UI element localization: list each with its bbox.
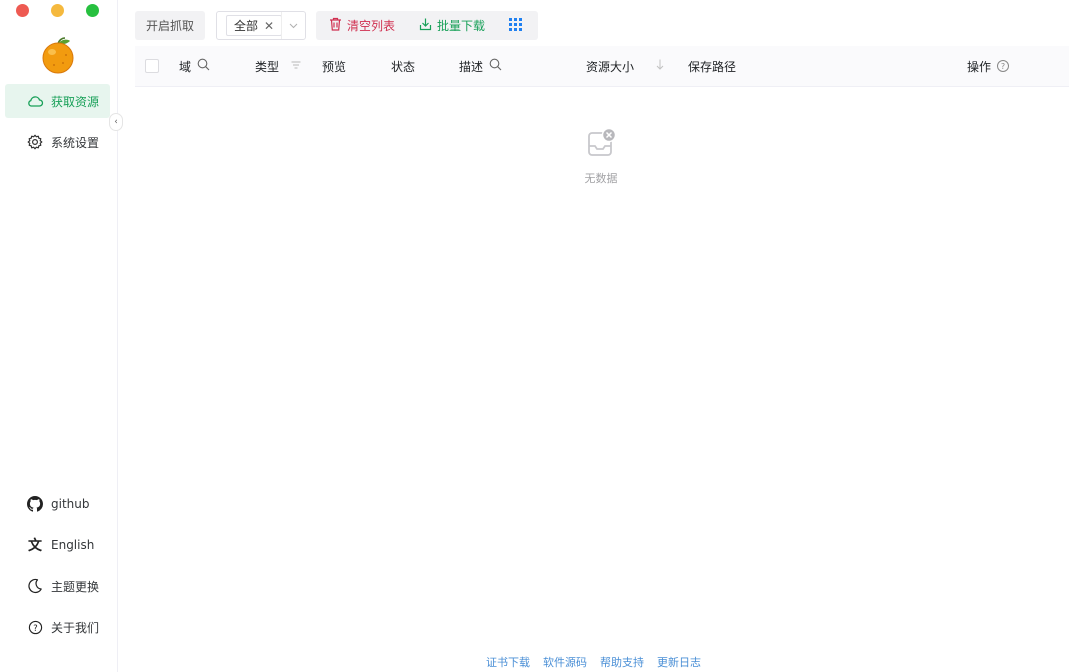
download-icon	[419, 17, 432, 34]
empty-state: 无数据	[569, 126, 633, 186]
help-circle-icon: ?	[26, 618, 44, 636]
close-window-button[interactable]	[16, 4, 29, 17]
column-label: 操作	[967, 59, 992, 74]
column-description: 描述	[459, 46, 502, 86]
selected-tag: 全部 ✕	[226, 15, 283, 36]
sidebar-item-theme[interactable]: 主题更换	[5, 569, 110, 603]
grid-icon	[509, 17, 523, 34]
close-icon[interactable]: ✕	[264, 19, 274, 33]
sidebar-item-github[interactable]: github	[5, 487, 110, 521]
chevron-down-icon[interactable]	[281, 12, 305, 39]
column-size[interactable]: 资源大小	[586, 46, 664, 86]
cloud-icon	[26, 92, 44, 110]
sidebar-item-label: github	[51, 497, 90, 511]
column-type: 类型	[255, 46, 301, 86]
footer-links: 证书下载 软件源码 帮助支持 更新日志	[486, 654, 701, 670]
footer-link-certificate-download[interactable]: 证书下载	[486, 654, 530, 670]
column-actions: 操作 ?	[967, 46, 1010, 86]
moon-icon	[26, 577, 44, 595]
column-label: 类型	[255, 59, 280, 74]
batch-download-label: 批量下载	[437, 19, 486, 33]
svg-text:?: ?	[33, 622, 37, 632]
chevron-left-icon: ‹	[114, 117, 118, 127]
grid-view-button[interactable]	[509, 17, 523, 34]
help-circle-icon[interactable]: ?	[997, 60, 1010, 72]
column-domain: 域	[179, 46, 210, 86]
column-label: 保存路径	[688, 59, 737, 74]
empty-inbox-icon	[585, 126, 617, 161]
table-header: 域 类型 预览 状态 描述 资源大小 保存路径 操作 ?	[135, 46, 1069, 87]
maximize-window-button[interactable]	[86, 4, 99, 17]
clear-list-button[interactable]: 清空列表	[329, 17, 395, 34]
sidebar-item-get-resources[interactable]: 获取资源	[5, 84, 110, 118]
sidebar-item-label: 系统设置	[51, 135, 100, 150]
column-label: 资源大小	[586, 59, 635, 74]
sort-arrow-down-icon[interactable]	[656, 59, 664, 73]
start-capture-button[interactable]: 开启抓取	[135, 11, 205, 40]
sidebar-collapse-button[interactable]: ‹	[109, 113, 123, 131]
trash-icon	[329, 17, 342, 34]
clear-list-label: 清空列表	[347, 19, 396, 33]
column-label: 域	[179, 59, 192, 74]
sidebar-item-label: 主题更换	[51, 579, 100, 594]
sidebar-item-system-settings[interactable]: 系统设置	[5, 125, 110, 159]
selected-tag-label: 全部	[234, 19, 259, 33]
search-icon[interactable]	[489, 58, 502, 74]
translate-icon: 文	[28, 538, 42, 554]
action-button-group: 清空列表 批量下载	[316, 11, 538, 40]
sidebar-item-label: English	[51, 538, 95, 552]
sidebar-item-language[interactable]: 文 English	[5, 528, 110, 562]
column-status: 状态	[391, 46, 415, 86]
resource-type-select[interactable]: 全部 ✕	[216, 11, 306, 40]
gear-icon	[26, 133, 44, 151]
empty-state-text: 无数据	[584, 172, 618, 185]
footer-link-source-code[interactable]: 软件源码	[543, 654, 587, 670]
column-label: 状态	[391, 59, 416, 74]
sidebar-item-about[interactable]: ? 关于我们	[5, 610, 110, 644]
orange-logo-icon	[41, 36, 75, 74]
batch-download-button[interactable]: 批量下载	[419, 17, 485, 34]
filter-icon[interactable]	[291, 59, 301, 73]
column-save-path: 保存路径	[688, 46, 736, 86]
window-controls	[16, 4, 99, 17]
column-preview: 预览	[322, 46, 346, 86]
select-all-checkbox[interactable]	[145, 59, 159, 73]
sidebar: 获取资源 系统设置 github 文 English 主题更换 ? 关于我们	[0, 0, 118, 672]
column-label: 描述	[459, 59, 484, 74]
sidebar-item-label: 关于我们	[51, 620, 100, 635]
footer-link-changelog[interactable]: 更新日志	[657, 654, 701, 670]
footer-link-help-support[interactable]: 帮助支持	[600, 654, 644, 670]
column-label: 预览	[322, 59, 347, 74]
github-icon	[26, 495, 44, 513]
minimize-window-button[interactable]	[51, 4, 64, 17]
sidebar-item-label: 获取资源	[51, 94, 100, 109]
search-icon[interactable]	[197, 58, 210, 74]
